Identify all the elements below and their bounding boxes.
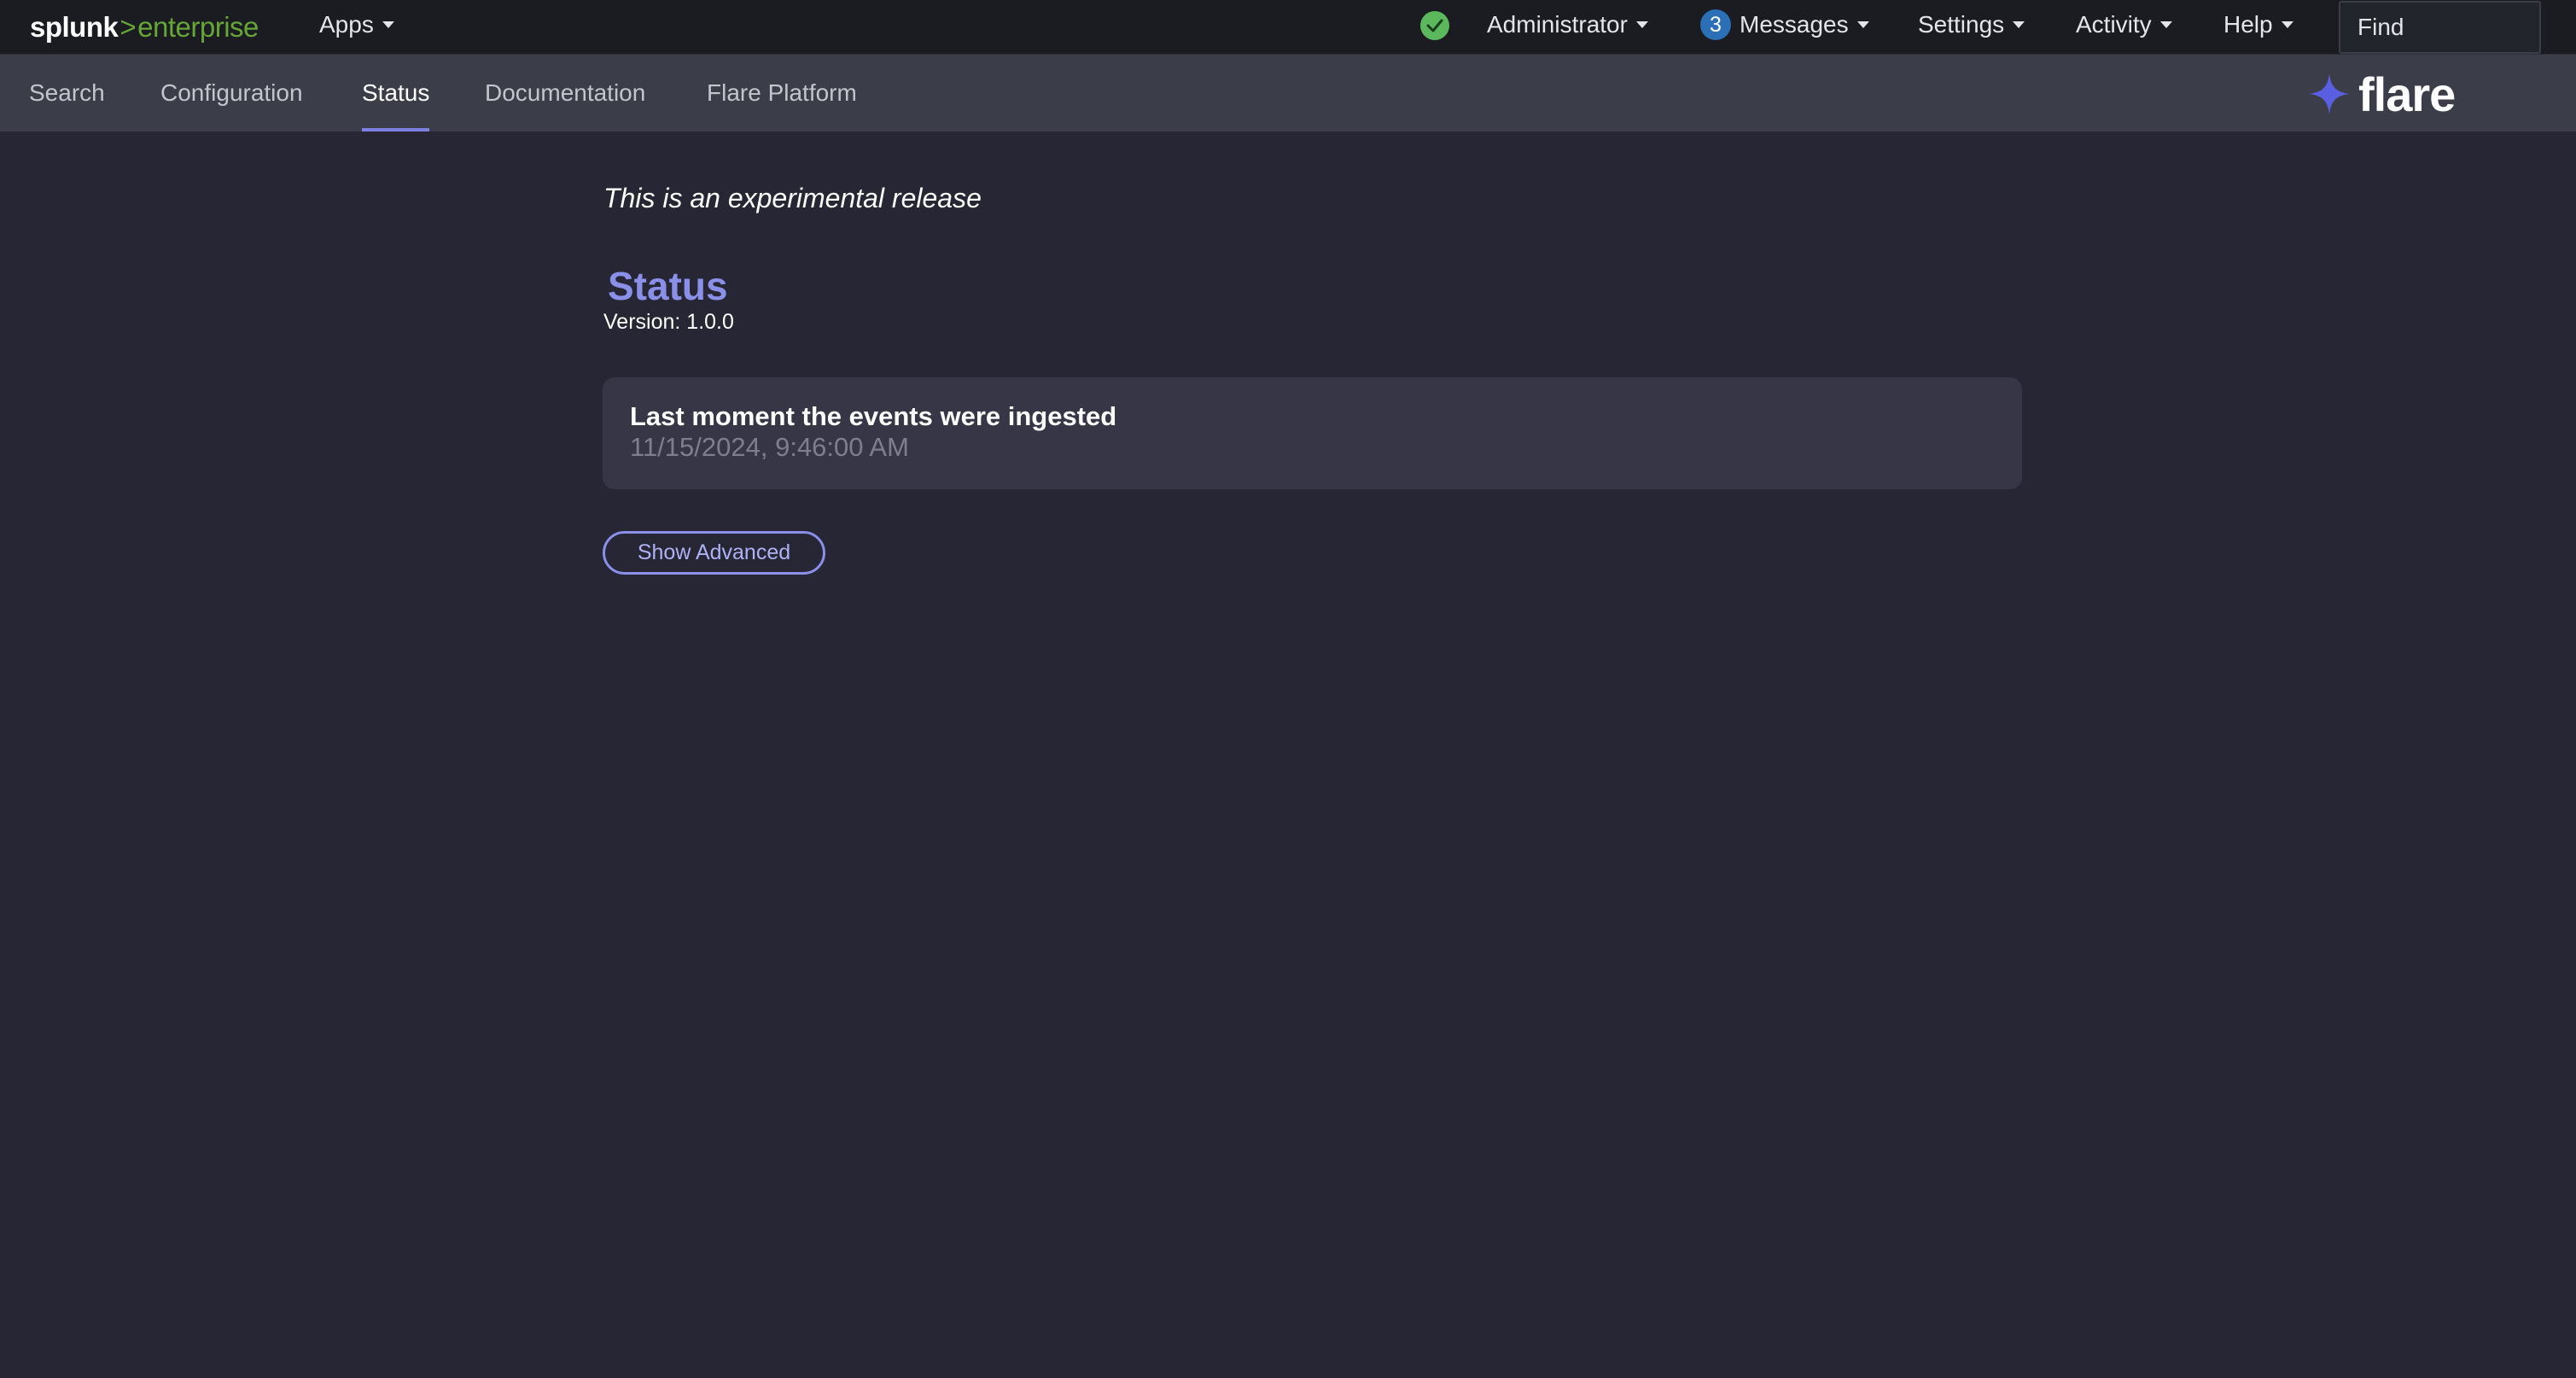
messages-menu-label: Messages bbox=[1740, 11, 1849, 38]
tab-status[interactable]: Status bbox=[362, 55, 430, 131]
apps-menu-label: Apps bbox=[319, 11, 374, 38]
page-title: Status bbox=[608, 264, 728, 308]
checkmark-icon bbox=[1426, 19, 1443, 32]
help-menu-label: Help bbox=[2223, 11, 2273, 38]
user-menu[interactable]: Administrator bbox=[1487, 0, 1648, 50]
find-input[interactable] bbox=[2340, 3, 2576, 52]
tab-flare-platform[interactable]: Flare Platform bbox=[707, 55, 857, 131]
experimental-notice: This is an experimental release bbox=[603, 183, 982, 213]
settings-menu[interactable]: Settings bbox=[1918, 0, 2025, 50]
ingest-status-card: Last moment the events were ingested 11/… bbox=[603, 377, 2022, 489]
show-advanced-button[interactable]: Show Advanced bbox=[603, 531, 825, 575]
version-label: Version: bbox=[603, 310, 681, 334]
splunk-enterprise-logo[interactable]: splunk > enterprise bbox=[30, 9, 259, 46]
logo-product-text: enterprise bbox=[137, 11, 259, 43]
chevron-down-icon bbox=[2013, 21, 2025, 28]
health-status-icon[interactable] bbox=[1420, 11, 1449, 40]
settings-menu-label: Settings bbox=[1918, 11, 2005, 38]
ingest-card-timestamp: 11/15/2024, 9:46:00 AM bbox=[630, 432, 909, 462]
messages-menu[interactable]: 3 Messages bbox=[1700, 0, 1869, 50]
chevron-down-icon bbox=[382, 21, 394, 28]
user-menu-label: Administrator bbox=[1487, 11, 1628, 38]
apps-menu[interactable]: Apps bbox=[319, 0, 394, 50]
find-box bbox=[2339, 1, 2576, 54]
chevron-down-icon bbox=[1856, 21, 1869, 28]
chevron-down-icon bbox=[2281, 21, 2293, 28]
splunk-top-bar: splunk > enterprise Apps Administrator 3… bbox=[0, 0, 2576, 55]
logo-separator: > bbox=[119, 11, 137, 43]
flare-brand-text: flare bbox=[2358, 67, 2456, 121]
chevron-down-icon bbox=[1635, 21, 1648, 28]
chevron-down-icon bbox=[2159, 21, 2172, 28]
ingest-card-title: Last moment the events were ingested bbox=[630, 401, 1117, 431]
logo-splunk-text: splunk bbox=[30, 11, 119, 43]
version-info: Version: 1.0.0 bbox=[603, 310, 734, 335]
help-menu[interactable]: Help bbox=[2223, 0, 2293, 50]
activity-menu[interactable]: Activity bbox=[2076, 0, 2172, 50]
messages-count-badge: 3 bbox=[1700, 9, 1731, 40]
tab-configuration[interactable]: Configuration bbox=[160, 55, 303, 131]
activity-menu-label: Activity bbox=[2076, 11, 2152, 38]
tab-search[interactable]: Search bbox=[29, 55, 105, 131]
flare-star-icon bbox=[2309, 73, 2350, 114]
flare-logo: flare bbox=[2307, 67, 2456, 121]
app-nav-bar: Search Configuration Status Documentatio… bbox=[0, 55, 2576, 131]
tab-documentation[interactable]: Documentation bbox=[485, 55, 645, 131]
version-value: 1.0.0 bbox=[686, 310, 734, 334]
